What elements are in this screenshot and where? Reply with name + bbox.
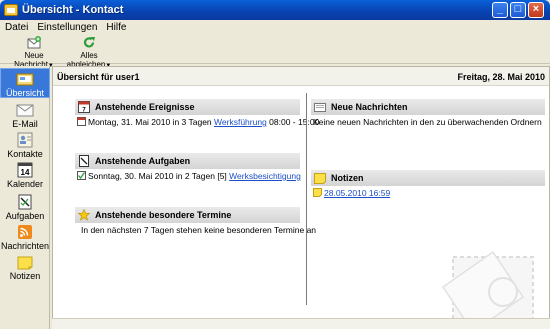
sidebar-item-overview[interactable]: Übersicht: [0, 68, 50, 98]
new-message-icon: [27, 36, 41, 49]
maximize-button[interactable]: □: [510, 2, 526, 18]
summary-header: Übersicht für user1 Freitag, 28. Mai 201…: [53, 67, 549, 86]
note-item: 28.05.2010 16:59: [313, 188, 390, 198]
note-link[interactable]: 28.05.2010 16:59: [324, 188, 390, 198]
app-icon: [4, 4, 18, 16]
sidebar-item-tasks[interactable]: Aufgaben: [0, 194, 50, 221]
task-check-icon: [77, 171, 86, 180]
mail-folder-icon: [314, 103, 326, 112]
events-section-header: 7 Anstehende Ereignisse: [75, 99, 300, 115]
tasks-icon: [18, 194, 32, 210]
watermark-icon: [441, 250, 534, 328]
special-dates-section-header: Anstehende besondere Termine: [75, 207, 300, 223]
tasks-section-header: Anstehende Aufgaben: [75, 153, 300, 169]
sidebar: Übersicht E-Mail Kontakte 14 Kalender Au…: [0, 66, 50, 329]
calendar-badge: 14: [21, 168, 30, 177]
event-date: Montag, 31. Mai 2010 in 3 Tagen: [88, 117, 212, 127]
task-priority: [5]: [217, 171, 227, 181]
task-link[interactable]: Werksbesichtigung: [229, 171, 301, 181]
overview-icon: [16, 73, 34, 86]
sidebar-item-notes[interactable]: Notizen: [0, 254, 50, 281]
menu-file[interactable]: Datei: [5, 22, 28, 33]
sidebar-item-label: Notizen: [9, 271, 41, 281]
sidebar-item-label: Aufgaben: [5, 211, 45, 221]
sidebar-item-calendar[interactable]: 14 Kalender: [0, 162, 50, 189]
sync-all-button[interactable]: Alles abgleichen▼: [63, 36, 115, 69]
events-heading: Anstehende Ereignisse: [95, 102, 195, 112]
event-item: Montag, 31. Mai 2010 in 3 Tagen Werksfüh…: [77, 117, 319, 127]
special-dates-text: In den nächsten 7 Tagen stehen keine bes…: [81, 225, 317, 235]
sidebar-item-label: Kalender: [6, 179, 44, 189]
news-section-header: Neue Nachrichten: [311, 99, 545, 115]
news-heading: Neue Nachrichten: [331, 102, 408, 112]
special-dates-heading: Anstehende besondere Termine: [95, 210, 232, 220]
minimize-button[interactable]: _: [492, 2, 508, 18]
sidebar-item-label: Übersicht: [5, 88, 44, 98]
sidebar-item-email[interactable]: E-Mail: [0, 102, 50, 129]
menu-bar: Datei Einstellungen Hilfe: [0, 20, 550, 34]
event-icon: [77, 117, 86, 126]
calendar-icon: 14: [17, 162, 33, 178]
rss-icon: [18, 225, 32, 239]
column-divider: [306, 93, 307, 305]
new-message-button[interactable]: Neue Nachricht▼: [8, 36, 60, 69]
task-date: Sonntag, 30. Mai 2010 in 2 Tagen: [88, 171, 215, 181]
sidebar-item-news[interactable]: Nachrichten: [0, 224, 50, 251]
tasks-heading: Anstehende Aufgaben: [95, 156, 191, 166]
current-date: Freitag, 28. Mai 2010: [457, 72, 545, 82]
contacts-icon: [17, 132, 33, 148]
sidebar-item-label: Kontakte: [7, 149, 43, 159]
note-icon: [313, 188, 322, 197]
notes-section-header: Notizen: [311, 170, 545, 186]
summary-view: Übersicht für user1 Freitag, 28. Mai 201…: [52, 66, 550, 329]
title-bar: Übersicht - Kontact _ □ ×: [0, 0, 550, 20]
page-title: Übersicht für user1: [57, 72, 140, 82]
close-button[interactable]: ×: [528, 2, 544, 18]
notes-icon: [17, 256, 33, 270]
news-text: Keine neuen Nachrichten in den zu überwa…: [313, 117, 542, 127]
notes-icon: [314, 173, 326, 184]
menu-settings[interactable]: Einstellungen: [37, 22, 97, 33]
sidebar-item-contacts[interactable]: Kontakte: [0, 132, 50, 159]
calendar-icon: 7: [78, 101, 90, 113]
event-time: 08:00 - 15:00: [269, 117, 320, 127]
menu-help[interactable]: Hilfe: [106, 22, 126, 33]
sidebar-item-label: E-Mail: [12, 119, 38, 129]
event-link[interactable]: Werksführung: [214, 117, 267, 127]
star-icon: [78, 209, 90, 221]
task-item: Sonntag, 30. Mai 2010 in 2 Tagen [5] Wer…: [77, 171, 301, 181]
envelope-icon: [16, 104, 34, 117]
horizontal-scrollbar[interactable]: [52, 318, 550, 329]
tasks-icon: [79, 155, 89, 167]
sidebar-item-label: Nachrichten: [0, 241, 50, 251]
sync-icon: [83, 37, 95, 48]
toolbar: Neue Nachricht▼ Alles abgleichen▼: [0, 34, 550, 69]
window-title: Übersicht - Kontact: [22, 4, 124, 16]
notes-heading: Notizen: [331, 173, 364, 183]
